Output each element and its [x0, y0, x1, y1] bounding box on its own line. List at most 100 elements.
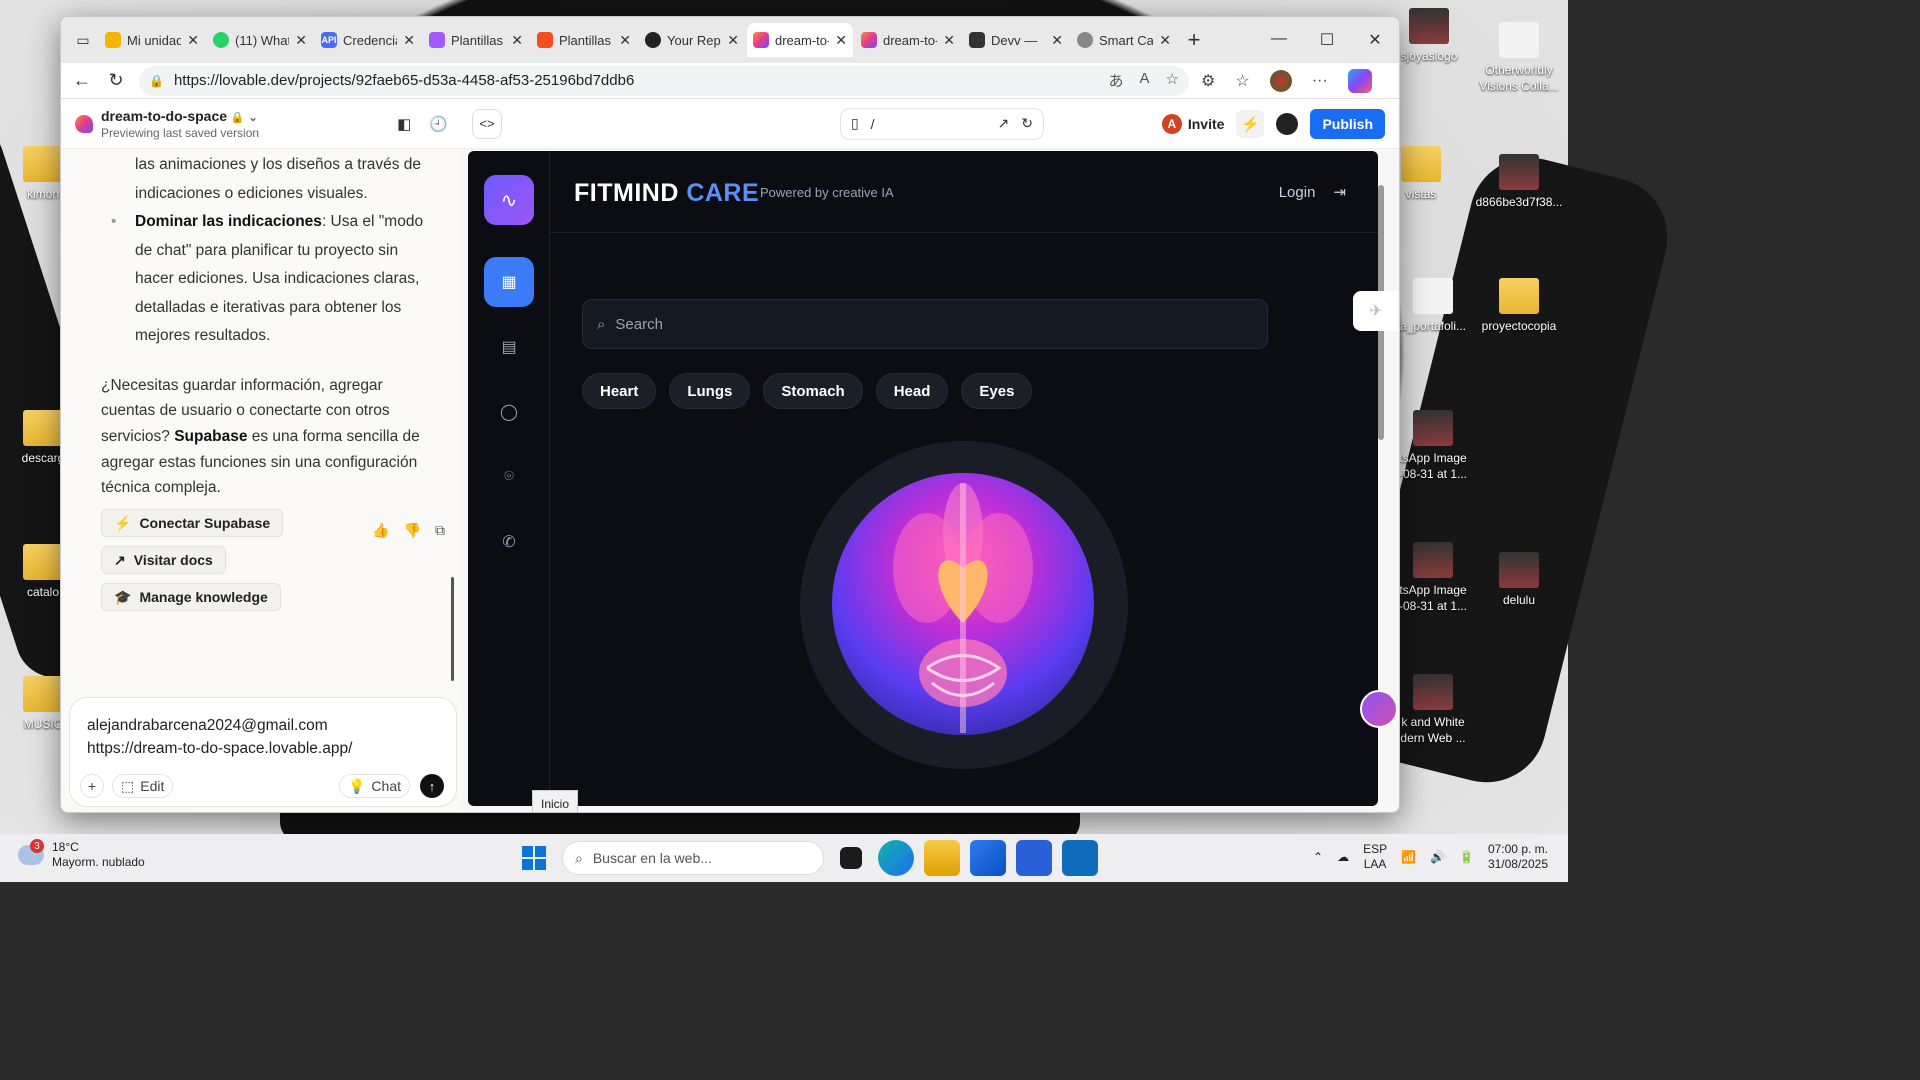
chip-eyes[interactable]: Eyes	[961, 373, 1033, 409]
desktop-icon[interactable]: k and White dern Web ...	[1388, 674, 1478, 746]
more-icon[interactable]: ···	[1312, 72, 1328, 90]
send-button[interactable]: ↑	[420, 774, 444, 798]
connect-supabase-button[interactable]: ⚡ Conectar Supabase	[101, 509, 284, 538]
back-icon[interactable]: ←	[71, 70, 93, 91]
close-icon[interactable]: ✕	[295, 32, 307, 49]
pin-icon[interactable]: ✈	[1353, 291, 1399, 331]
desktop-icon[interactable]: proyectocopia	[1474, 278, 1564, 334]
manage-knowledge-button[interactable]: 🎓 Manage knowledge	[101, 583, 281, 612]
desktop-icon[interactable]: tsApp Image -08-31 at 1...	[1388, 410, 1478, 482]
github-icon[interactable]	[1276, 112, 1299, 135]
visit-docs-button[interactable]: ↗ Visitar docs	[101, 546, 226, 575]
close-icon[interactable]: ✕	[511, 32, 523, 49]
copy-icon[interactable]: ⧉	[435, 522, 445, 539]
refresh-icon[interactable]: ↻	[105, 70, 127, 91]
chevron-up-icon[interactable]: ⌃	[1313, 850, 1323, 864]
desktop-icon[interactable]: Otherworldly Visions Colla...	[1474, 22, 1564, 94]
windows-start-icon[interactable]	[516, 840, 552, 876]
reload-preview-icon[interactable]: ↻	[1021, 115, 1033, 132]
browser-tab[interactable]: API Credenciales ✕	[315, 23, 421, 57]
thumbs-down-icon[interactable]: 👎	[404, 522, 421, 539]
vscode-like-icon[interactable]	[1016, 840, 1052, 876]
onedrive-icon[interactable]: ☁	[1337, 850, 1349, 864]
location-nav-icon[interactable]: ⌾	[484, 452, 534, 502]
close-icon[interactable]: ✕	[727, 32, 739, 49]
chip-stomach[interactable]: Stomach	[763, 373, 863, 409]
language-indicator[interactable]: ESP LAA	[1363, 842, 1387, 872]
activity-logo-icon[interactable]: ∿	[484, 175, 534, 225]
browser-tab[interactable]: Plantillas ✕	[531, 23, 637, 57]
chat-mode-button[interactable]: 💡 Chat	[338, 774, 410, 798]
extensions-icon[interactable]: ⚙	[1201, 71, 1215, 91]
chip-head[interactable]: Head	[875, 373, 949, 409]
chip-lungs[interactable]: Lungs	[669, 373, 751, 409]
edge-icon[interactable]	[878, 840, 914, 876]
user-nav-icon[interactable]: ◯	[484, 387, 534, 437]
task-view-icon[interactable]	[840, 847, 862, 869]
chip-heart[interactable]: Heart	[582, 373, 657, 409]
close-icon[interactable]: ✕	[1159, 32, 1171, 49]
browser-tab[interactable]: Mi unidad ✕	[99, 23, 205, 57]
close-window-icon[interactable]: ✕	[1351, 30, 1399, 50]
history-icon[interactable]: 🕘	[429, 115, 448, 133]
copilot-icon[interactable]	[1347, 68, 1372, 93]
project-switcher[interactable]: dream-to-do-space 🔒 ⌄ Previewing last sa…	[101, 108, 259, 140]
close-icon[interactable]: ✕	[403, 32, 415, 49]
chat-scrollbar[interactable]	[449, 149, 455, 689]
file-explorer-icon[interactable]	[924, 840, 960, 876]
browser-tab-active[interactable]: dream-to-do-space ✕	[747, 23, 853, 57]
close-icon[interactable]: ✕	[835, 32, 847, 49]
site-info-icon[interactable]: 🔒	[149, 74, 164, 88]
read-aloud-icon[interactable]: A	[1140, 70, 1150, 91]
browser-tab[interactable]: dream-to-do-space ✕	[855, 23, 961, 57]
supabase-bolt-icon[interactable]: ⚡	[1236, 109, 1265, 138]
device-preview-icon[interactable]: ▯	[851, 115, 859, 132]
close-icon[interactable]: ✕	[943, 32, 955, 49]
browser-tab[interactable]: Your Repositories ✕	[639, 23, 745, 57]
wifi-icon[interactable]: 📶	[1401, 850, 1416, 864]
dashboard-nav-icon[interactable]: ▦	[484, 257, 534, 307]
preview-search-input[interactable]: ⌕ Search	[582, 299, 1268, 349]
browser-tab[interactable]: Plantillas ✕	[423, 23, 529, 57]
translate-icon[interactable]: あ	[1109, 70, 1124, 91]
desktop-icon[interactable]: delulu	[1474, 552, 1564, 608]
composer-text[interactable]: alejandrabarcena2024@gmail.com https://d…	[87, 714, 352, 760]
favorites-icon[interactable]: ☆	[1235, 71, 1249, 91]
assistant-bubble-icon[interactable]	[1360, 690, 1398, 728]
battery-icon[interactable]: 🔋	[1459, 850, 1474, 864]
close-icon[interactable]: ✕	[619, 32, 631, 49]
edit-mode-button[interactable]: ⬚ Edit	[112, 774, 174, 798]
volume-icon[interactable]: 🔊	[1430, 850, 1445, 864]
browser-tab[interactable]: Smart Care ✕	[1071, 23, 1177, 57]
favorite-star-icon[interactable]: ☆	[1166, 70, 1179, 91]
url-field[interactable]: 🔒 https://lovable.dev/projects/92faeb65-…	[139, 65, 1189, 96]
publish-button[interactable]: Publish	[1310, 108, 1385, 139]
outlook-icon[interactable]	[1062, 840, 1098, 876]
add-attachment-button[interactable]: +	[80, 774, 104, 798]
clock[interactable]: 07:00 p. m. 31/08/2025	[1488, 842, 1548, 872]
sidebar-toggle-icon[interactable]: ◧	[397, 115, 411, 133]
close-icon[interactable]: ✕	[187, 32, 199, 49]
minimize-icon[interactable]: —	[1255, 30, 1303, 50]
desktop-icon[interactable]: tsApp Image -08-31 at 1...	[1388, 542, 1478, 614]
route-bar[interactable]: ▯ / ↗ ↻	[839, 107, 1044, 140]
code-view-button[interactable]: <>	[471, 108, 502, 139]
close-icon[interactable]: ✕	[1051, 32, 1063, 49]
new-tab-icon[interactable]: +	[1179, 27, 1209, 53]
document-nav-icon[interactable]: ▤	[484, 322, 534, 372]
invite-button[interactable]: A Invite	[1161, 113, 1224, 134]
desktop-icon[interactable]: a_portafoli...	[1388, 278, 1478, 334]
browser-tab[interactable]: Devv — ✕	[963, 23, 1069, 57]
taskbar-search[interactable]: ⌕ Buscar en la web...	[562, 841, 824, 875]
thumbs-up-icon[interactable]: 👍	[372, 522, 389, 539]
browser-tab[interactable]: (11) WhatsApp ✕	[207, 23, 313, 57]
maximize-icon[interactable]: ☐	[1303, 30, 1351, 50]
profile-avatar[interactable]	[1269, 69, 1292, 92]
open-external-icon[interactable]: ↗	[997, 115, 1009, 132]
store-icon[interactable]	[970, 840, 1006, 876]
chat-composer[interactable]: alejandrabarcena2024@gmail.com https://d…	[69, 697, 457, 807]
weather-widget[interactable]: 3 18°C Mayorm. nublado	[18, 839, 145, 870]
desktop-icon[interactable]: d866be3d7f38...	[1474, 154, 1564, 210]
route-path[interactable]: /	[871, 116, 875, 132]
login-button[interactable]: Login ⇥	[1279, 183, 1346, 202]
